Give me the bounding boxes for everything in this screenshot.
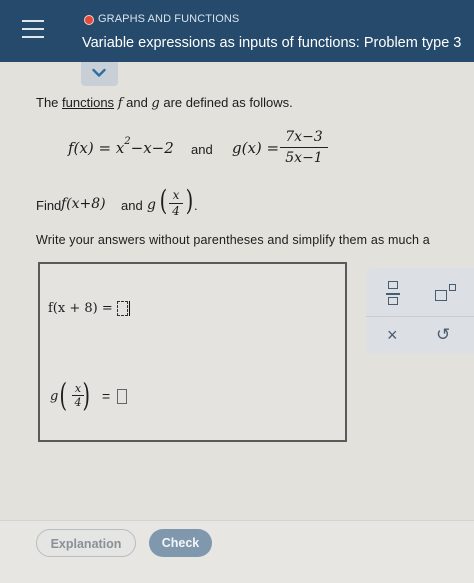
- check-button[interactable]: Check: [149, 529, 212, 557]
- answer-g-equals: =: [102, 388, 111, 404]
- footer-bar: Explanation Check: [0, 520, 474, 583]
- find-and-text: and: [121, 198, 143, 213]
- f-exponent: 2: [124, 136, 131, 147]
- topic-label: GRAPHS AND FUNCTIONS: [98, 13, 240, 25]
- and-text: and: [191, 142, 213, 157]
- chevron-down-icon: [92, 68, 106, 77]
- answer-g-row: g ( x 4 ) =: [50, 376, 170, 420]
- problem-title: Variable expressions as inputs of functi…: [82, 35, 462, 51]
- fraction-template-icon[interactable]: [386, 281, 402, 307]
- find-g-denominator: 4: [172, 204, 180, 218]
- intro-g: g: [151, 96, 160, 111]
- header-bar: GRAPHS AND FUNCTIONS Variable expression…: [0, 0, 474, 62]
- instruction-text: Write your answers without parentheses a…: [36, 233, 430, 247]
- intro-pre: The: [36, 95, 63, 110]
- g-fraction: 7x−3 5x−1: [280, 128, 328, 167]
- f-def-rest: −x−2: [130, 139, 174, 157]
- text-caret: [128, 301, 130, 317]
- intro-post: are defined as follows.: [159, 95, 293, 110]
- find-f-expression: f(x+8): [61, 196, 106, 212]
- answer-g-letter: g: [50, 389, 59, 404]
- answer-f-label: f(x + 8) =: [48, 301, 113, 316]
- g-denominator: 5x−1: [285, 150, 323, 166]
- answer-box: f(x + 8) = g ( x 4 ) =: [38, 262, 347, 442]
- clear-icon[interactable]: ×: [387, 326, 398, 344]
- g-definition-lhs: g(x) =: [232, 139, 280, 157]
- menu-icon[interactable]: [20, 18, 48, 42]
- collapse-toggle-button[interactable]: [81, 62, 118, 86]
- find-g-numerator: x: [172, 188, 180, 202]
- math-tool-panel: × ↺: [366, 268, 474, 354]
- find-g-fraction: x 4: [169, 188, 183, 219]
- f-definition: f(x) = x2−x−2: [68, 136, 174, 157]
- problem-intro: The functions f and g are defined as fol…: [36, 95, 293, 111]
- find-word: Find: [36, 198, 62, 213]
- find-g-letter: g: [147, 197, 156, 213]
- g-numerator: 7x−3: [285, 129, 323, 145]
- exponent-template-icon[interactable]: [435, 284, 459, 302]
- functions-link[interactable]: functions: [62, 95, 114, 110]
- intro-mid: and: [122, 95, 152, 110]
- answer-f-row: f(x + 8) =: [48, 300, 130, 317]
- f-def-lhs: f(x) = x: [68, 139, 125, 157]
- explanation-button[interactable]: Explanation: [36, 529, 136, 557]
- find-period: .: [194, 198, 198, 213]
- topic-status-dot: [84, 15, 94, 25]
- undo-icon[interactable]: ↺: [436, 326, 450, 344]
- answer-f-input[interactable]: [116, 301, 128, 317]
- answer-g-input[interactable]: [117, 389, 127, 404]
